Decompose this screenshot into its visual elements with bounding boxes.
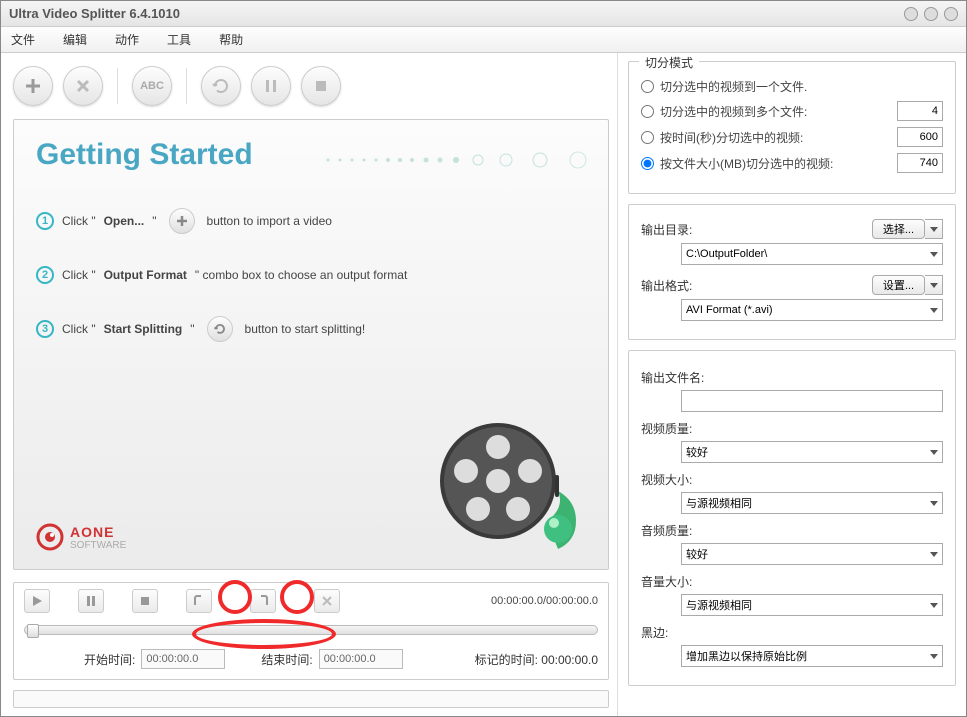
logo-icon <box>36 523 64 551</box>
border-combo[interactable]: 增加黑边以保持原始比例 <box>681 645 943 667</box>
progress-bar <box>13 690 609 708</box>
refresh-button[interactable] <box>201 66 241 106</box>
mark-time-label: 标记的时间: 00:00:00.0 <box>475 651 598 668</box>
title-bar: Ultra Video Splitter 6.4.1010 <box>1 1 966 27</box>
audio-quality-label: 音频质量: <box>641 522 943 539</box>
minimize-button[interactable] <box>904 7 918 21</box>
filename-input[interactable] <box>681 390 943 412</box>
split-option-2[interactable]: 切分选中的视频到多个文件: <box>641 103 897 120</box>
step-1: 1 Click "Open..." button to import a vid… <box>36 208 586 234</box>
decorative-dots <box>318 150 598 170</box>
split-option-4[interactable]: 按文件大小(MB)切分选中的视频: <box>641 155 897 172</box>
video-quality-label: 视频质量: <box>641 420 943 437</box>
video-size-combo[interactable]: 与源视频相同 <box>681 492 943 514</box>
filename-label: 输出文件名: <box>641 369 943 386</box>
aone-logo: AONESOFTWARE <box>36 523 126 551</box>
output-group: 输出目录: 选择... C:\OutputFolder\ 输出格式: 设置... <box>628 204 956 340</box>
main-toolbar: ABC <box>13 61 609 111</box>
split-mb-input[interactable] <box>897 153 943 173</box>
mark-out-button[interactable] <box>250 589 276 613</box>
output-dir-label: 输出目录: <box>641 221 701 238</box>
output-dir-combo[interactable]: C:\OutputFolder\ <box>681 243 943 265</box>
close-button[interactable] <box>944 7 958 21</box>
add-button[interactable] <box>13 66 53 106</box>
menu-bar: 文件 编辑 动作 工具 帮助 <box>1 27 966 53</box>
plus-icon <box>169 208 195 234</box>
maximize-button[interactable] <box>924 7 938 21</box>
start-time-label: 开始时间: <box>84 651 135 668</box>
playback-panel: 00:00:00.0/00:00:00.0 开始时间: 结束时间: 标记的时间:… <box>13 582 609 680</box>
split-count-input[interactable] <box>897 101 943 121</box>
menu-edit[interactable]: 编辑 <box>63 31 87 48</box>
menu-help[interactable]: 帮助 <box>219 31 243 48</box>
step-3: 3 Click "Start Splitting" button to star… <box>36 316 586 342</box>
split-mode-title: 切分模式 <box>639 54 699 71</box>
pause-playback-button[interactable] <box>78 589 104 613</box>
stop-playback-button[interactable] <box>132 589 158 613</box>
start-time-input[interactable] <box>141 649 225 669</box>
menu-action[interactable]: 动作 <box>115 31 139 48</box>
step-number-3: 3 <box>36 320 54 338</box>
output-format-combo[interactable]: AVI Format (*.avi) <box>681 299 943 321</box>
seek-slider[interactable] <box>24 625 598 635</box>
stop-button[interactable] <box>301 66 341 106</box>
step-number-2: 2 <box>36 266 54 284</box>
menu-file[interactable]: 文件 <box>11 31 35 48</box>
end-time-label: 结束时间: <box>261 651 312 668</box>
play-button[interactable] <box>24 589 50 613</box>
audio-volume-combo[interactable]: 与源视频相同 <box>681 594 943 616</box>
split-mode-group: 切分模式 切分选中的视频到一个文件. 切分选中的视频到多个文件: 按时间(秒)分… <box>628 61 956 194</box>
step-number-1: 1 <box>36 212 54 230</box>
settings-group: 输出文件名: 视频质量: 较好 视频大小: 与源视频相同 音频质量: 较好 音量… <box>628 350 956 686</box>
menu-tools[interactable]: 工具 <box>167 31 191 48</box>
seek-thumb[interactable] <box>27 624 39 638</box>
audio-volume-label: 音量大小: <box>641 573 943 590</box>
border-label: 黑边: <box>641 624 943 641</box>
output-format-label: 输出格式: <box>641 277 701 294</box>
remove-button[interactable] <box>63 66 103 106</box>
pause-button[interactable] <box>251 66 291 106</box>
format-settings-button[interactable]: 设置... <box>872 275 925 295</box>
choose-dir-dropdown[interactable] <box>925 219 943 239</box>
end-time-input[interactable] <box>319 649 403 669</box>
audio-quality-combo[interactable]: 较好 <box>681 543 943 565</box>
refresh-icon <box>207 316 233 342</box>
choose-dir-button[interactable]: 选择... <box>872 219 925 239</box>
split-option-3[interactable]: 按时间(秒)分切选中的视频: <box>641 129 897 146</box>
format-settings-dropdown[interactable] <box>925 275 943 295</box>
video-size-label: 视频大小: <box>641 471 943 488</box>
clear-marks-button[interactable] <box>314 589 340 613</box>
step-2: 2 Click "Output Format" combo box to cho… <box>36 266 586 284</box>
abc-button[interactable]: ABC <box>132 66 172 106</box>
video-preview-area: Getting Started 1 Click "Open..." button… <box>13 119 609 570</box>
video-quality-combo[interactable]: 较好 <box>681 441 943 463</box>
split-seconds-input[interactable] <box>897 127 943 147</box>
window-title: Ultra Video Splitter 6.4.1010 <box>9 6 904 21</box>
time-display: 00:00:00.0/00:00:00.0 <box>491 595 598 607</box>
film-reel-art <box>428 401 598 561</box>
mark-in-button[interactable] <box>186 589 212 613</box>
split-option-1[interactable]: 切分选中的视频到一个文件. <box>641 78 943 95</box>
